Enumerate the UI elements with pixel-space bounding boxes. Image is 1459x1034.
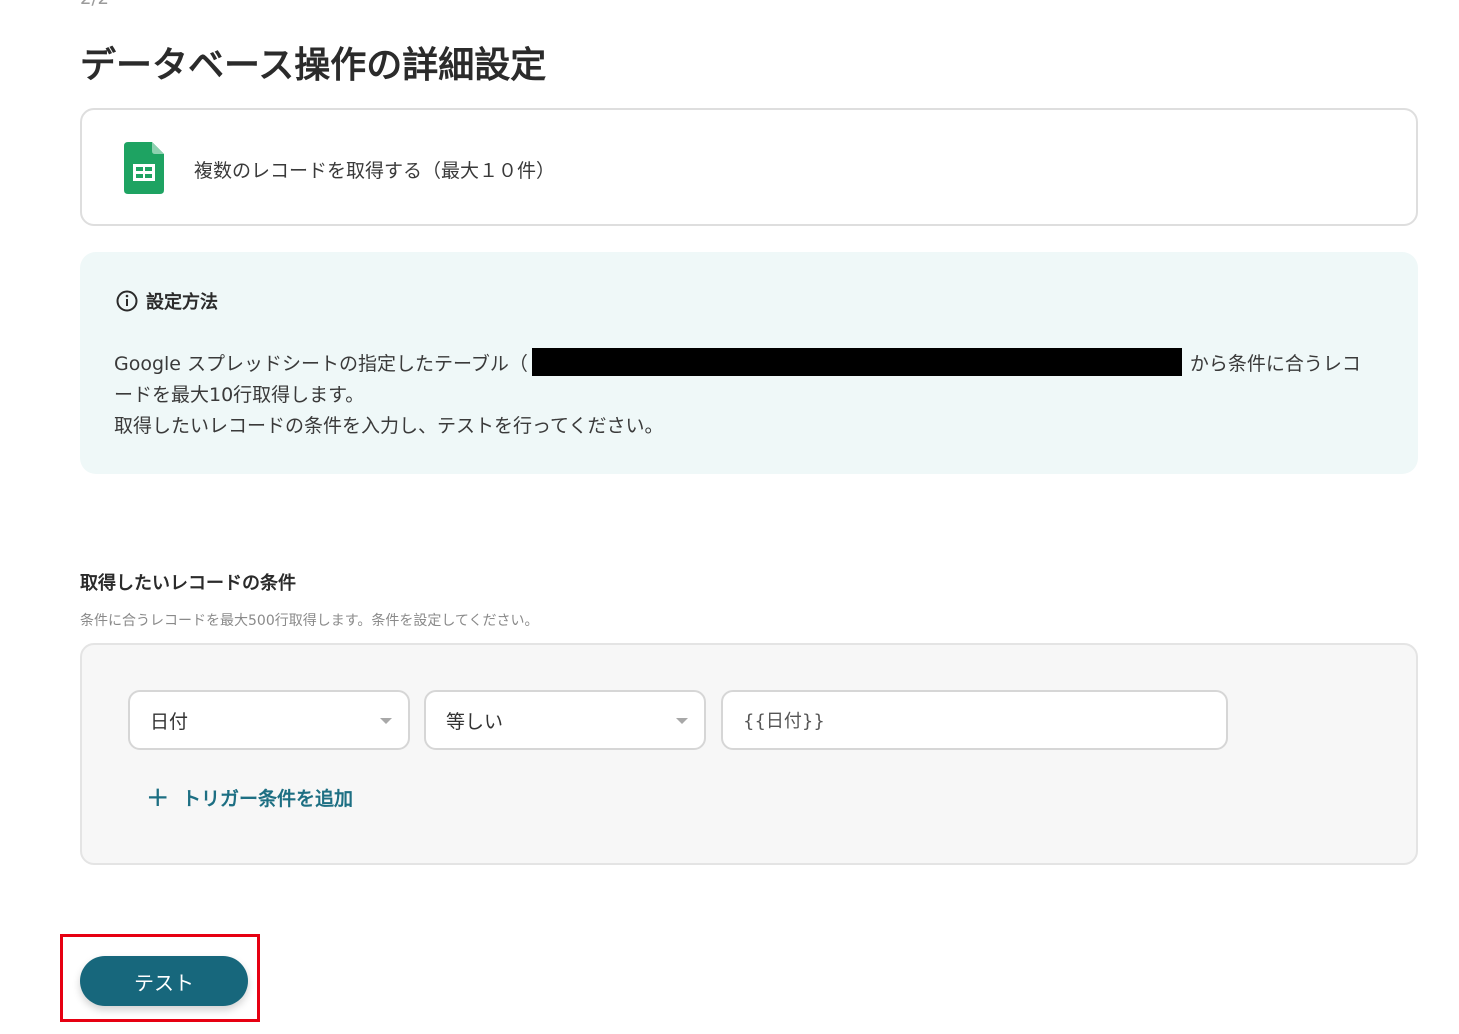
action-card[interactable]: 複数のレコードを取得する（最大１０件） (80, 108, 1418, 226)
info-text-line1: Google スプレッドシートの指定したテーブル（ (114, 353, 528, 375)
step-indicator: 2/2 (80, 0, 109, 9)
info-title: 設定方法 (146, 292, 218, 313)
value-input[interactable]: {{日付}} (721, 690, 1228, 750)
redacted-table-name (531, 348, 1182, 376)
field-select-value: 日付 (150, 710, 189, 733)
info-header: 設定方法 (116, 288, 218, 314)
info-body: Google スプレッドシートの指定したテーブル（ から条件に合うレコ ードを最大… (114, 348, 1384, 442)
info-text-line2: ードを最大10行取得します。 (114, 384, 365, 406)
chevron-down-icon (676, 718, 688, 724)
conditions-subtitle: 条件に合うレコードを最大500行取得します。条件を設定してください。 (80, 613, 539, 629)
conditions-panel: 日付 等しい {{日付}} + トリガー条件を追加 (80, 643, 1418, 865)
add-trigger-condition-button[interactable]: + トリガー条件を追加 (146, 783, 353, 811)
page-title: データベース操作の詳細設定 (80, 45, 547, 86)
operator-select[interactable]: 等しい (424, 690, 706, 750)
action-label: 複数のレコードを取得する（最大１０件） (194, 160, 556, 182)
value-input-text: {{日付}} (743, 711, 825, 732)
info-text-line3: 取得したいレコードの条件を入力し、テストを行ってください。 (114, 415, 664, 437)
info-icon (116, 290, 138, 312)
info-text-line1-end: から条件に合うレコ (1189, 353, 1361, 375)
conditions-title: 取得したいレコードの条件 (80, 573, 296, 594)
test-button[interactable]: テスト (80, 956, 248, 1006)
field-select[interactable]: 日付 (128, 690, 410, 750)
add-trigger-label: トリガー条件を追加 (182, 787, 354, 810)
plus-icon: + (146, 780, 170, 813)
google-sheets-icon (124, 142, 164, 194)
chevron-down-icon (380, 718, 392, 724)
operator-select-value: 等しい (446, 710, 504, 733)
info-box: 設定方法 Google スプレッドシートの指定したテーブル（ から条件に合うレコ … (80, 252, 1418, 474)
